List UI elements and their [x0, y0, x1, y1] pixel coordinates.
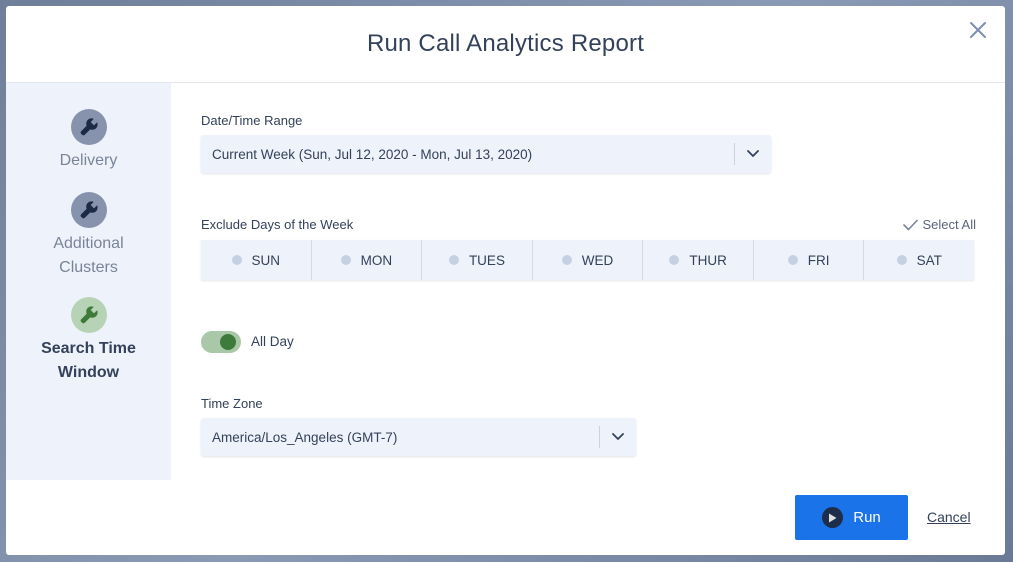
all-day-label: All Day: [251, 334, 294, 349]
chevron-down-icon: [612, 433, 624, 440]
sidebar-step-label-line2: Clusters: [59, 259, 118, 276]
sidebar-step-label: Delivery: [59, 152, 118, 169]
cancel-link[interactable]: Cancel: [927, 509, 971, 525]
day-label: THUR: [689, 252, 727, 268]
wizard-sidebar: Delivery Additional Clusters Search Time…: [6, 83, 171, 480]
close-icon: [970, 22, 986, 38]
sidebar-step-additional-clusters[interactable]: Additional Clusters: [6, 192, 171, 280]
form-content: Date/Time Range Current Week (Sun, Jul 1…: [201, 83, 976, 483]
day-label: SUN: [251, 252, 281, 268]
day-option-sun[interactable]: SUN: [201, 240, 312, 280]
sidebar-step-label: Search Time Window: [6, 337, 171, 385]
play-icon: [822, 507, 844, 528]
time-zone-dropdown-toggle[interactable]: [600, 418, 636, 456]
sidebar-step-search-time-window[interactable]: Search Time Window: [6, 297, 171, 385]
sidebar-step-label-line1: Search Time: [41, 340, 136, 357]
dialog-footer: Run Cancel: [6, 480, 1005, 555]
day-option-sat[interactable]: SAT: [864, 240, 974, 280]
radio-dot: [448, 255, 459, 265]
days-of-week-selector: SUN MON TUES WED THUR FRI SAT: [201, 240, 974, 280]
run-button[interactable]: Run: [795, 495, 908, 540]
date-range-value: Current Week (Sun, Jul 12, 2020 - Mon, J…: [212, 146, 533, 162]
date-range-dropdown-toggle[interactable]: [735, 135, 771, 173]
radio-dot: [896, 255, 907, 265]
exclude-days-label: Exclude Days of the Week: [201, 217, 354, 232]
wrench-icon: [70, 192, 107, 228]
radio-dot: [669, 255, 680, 265]
select-all-label: Select All: [922, 217, 976, 232]
close-button[interactable]: [966, 18, 990, 42]
toggle-knob: [220, 334, 236, 350]
time-zone-value: America/Los_Angeles (GMT-7): [212, 429, 398, 445]
radio-dot: [231, 255, 242, 265]
day-label: SAT: [916, 252, 942, 268]
wrench-icon: [70, 297, 107, 333]
sidebar-step-label-line1: Additional: [53, 235, 124, 252]
wrench-icon: [70, 109, 107, 145]
sidebar-step-label: Additional Clusters: [6, 232, 171, 280]
dialog-header: Run Call Analytics Report: [6, 6, 1005, 83]
checkmark-icon: [902, 219, 918, 230]
day-label: FRI: [807, 252, 830, 268]
day-option-mon[interactable]: MON: [312, 240, 423, 280]
date-range-label: Date/Time Range: [201, 113, 303, 128]
date-range-select[interactable]: Current Week (Sun, Jul 12, 2020 - Mon, J…: [201, 135, 771, 173]
run-button-label: Run: [853, 509, 881, 526]
time-zone-label: Time Zone: [201, 396, 263, 411]
sidebar-step-label-line2: Window: [57, 364, 120, 381]
chevron-down-icon: [747, 150, 759, 157]
dialog-title: Run Call Analytics Report: [366, 30, 645, 57]
day-label: WED: [581, 252, 614, 268]
time-zone-select[interactable]: America/Los_Angeles (GMT-7): [201, 418, 636, 456]
radio-dot: [340, 255, 351, 265]
day-option-tues[interactable]: TUES: [422, 240, 533, 280]
day-label: TUES: [468, 252, 505, 268]
all-day-toggle[interactable]: [201, 331, 241, 353]
day-label: MON: [360, 252, 393, 268]
sidebar-step-delivery[interactable]: Delivery: [6, 109, 171, 173]
day-option-wed[interactable]: WED: [533, 240, 644, 280]
day-option-thur[interactable]: THUR: [643, 240, 754, 280]
run-report-dialog: Run Call Analytics Report Delivery Addit…: [6, 6, 1005, 555]
radio-dot: [787, 255, 798, 265]
radio-dot: [561, 255, 572, 265]
day-option-fri[interactable]: FRI: [754, 240, 865, 280]
select-all-button[interactable]: Select All: [902, 217, 976, 232]
